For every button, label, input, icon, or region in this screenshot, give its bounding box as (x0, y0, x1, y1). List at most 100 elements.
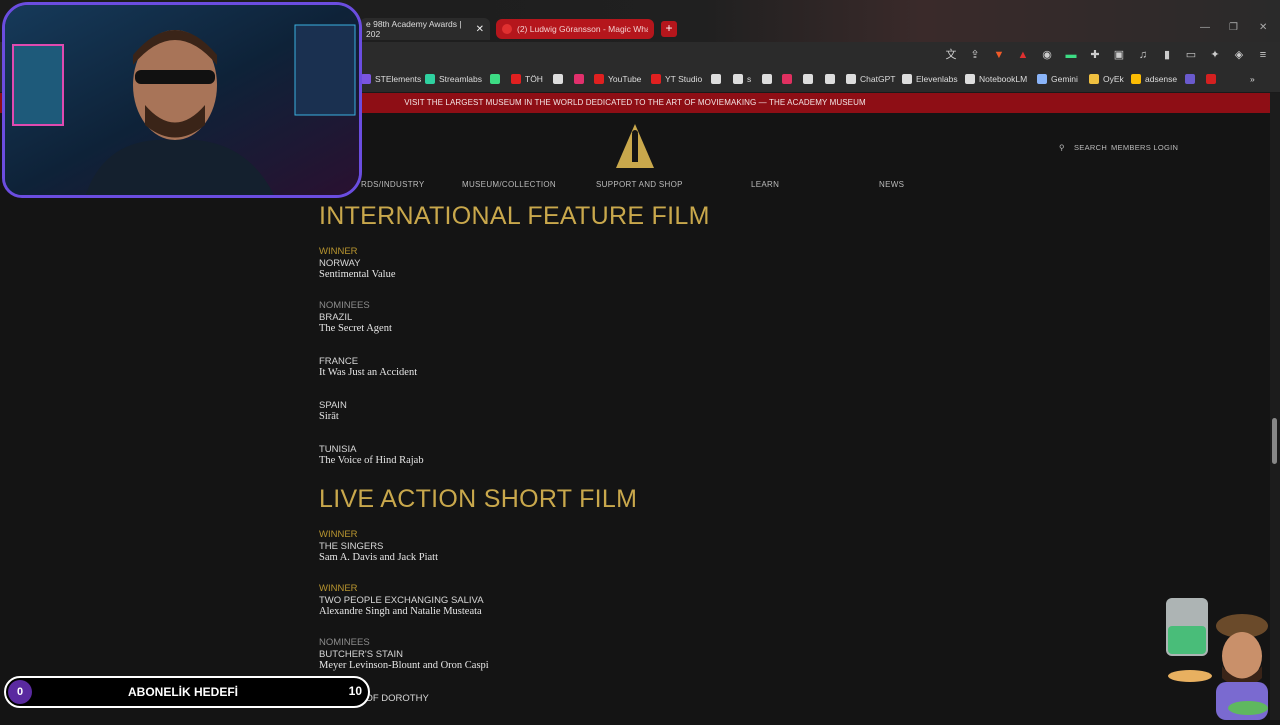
bookmark-favicon-icon (762, 74, 772, 84)
nominee-name: FRANCE (319, 356, 359, 367)
nav-support-shop[interactable]: SUPPORT AND SHOP (596, 180, 683, 189)
nav-awards-industry[interactable]: RDS/INDUSTRY (361, 180, 424, 189)
brave-shield-icon[interactable]: ▼ (992, 48, 1006, 62)
brave-rewards-icon[interactable]: ▲ (1016, 48, 1030, 62)
bookmark-item[interactable]: YouTube (594, 74, 641, 84)
bookmark-item[interactable] (782, 74, 796, 84)
search-icon[interactable]: ⚲ (1059, 143, 1065, 152)
scrollbar-thumb[interactable] (1272, 418, 1277, 464)
bookmarks-overflow-icon[interactable]: » (1250, 74, 1255, 84)
bookmark-favicon-icon (711, 74, 721, 84)
section-title: INTERNATIONAL FEATURE FILM (319, 202, 710, 230)
bookmark-item[interactable] (574, 74, 588, 84)
bookmark-favicon-icon (490, 74, 500, 84)
bookmark-favicon-icon (1206, 74, 1216, 84)
members-login-link[interactable]: MEMBERS LOGIN (1111, 143, 1178, 152)
bookmark-favicon-icon (803, 74, 813, 84)
mascot-character-sticker (1160, 596, 1272, 720)
nominee-name: TUNISIA (319, 444, 357, 455)
bookmark-item[interactable]: adsense (1131, 74, 1177, 84)
bookmark-item[interactable] (1206, 74, 1220, 84)
nav-learn[interactable]: LEARN (751, 180, 779, 189)
leo-icon[interactable]: ✦ (1208, 48, 1222, 62)
bookmark-item[interactable] (1185, 74, 1199, 84)
bookmark-favicon-icon (1089, 74, 1099, 84)
share-icon[interactable]: ⇪ (968, 48, 982, 62)
tab-title: e 98th Academy Awards | 202 (366, 19, 462, 39)
bookmark-label: Elevenlabs (916, 74, 958, 84)
bookmark-label: Gemini (1051, 74, 1078, 84)
media-icon[interactable]: ♫ (1136, 48, 1150, 62)
film-title[interactable]: Sentimental Value (319, 269, 396, 280)
close-window-icon[interactable]: ✕ (1259, 22, 1267, 33)
goal-label: ABONELİK HEDEFİ (128, 685, 239, 699)
bookmark-favicon-icon (511, 74, 521, 84)
bookmark-label: adsense (1145, 74, 1178, 84)
nominee-name: BRAZIL (319, 312, 353, 323)
extension-icon[interactable]: ◉ (1040, 48, 1054, 62)
bookmark-label: s (747, 74, 752, 84)
section-title: LIVE ACTION SHORT FILM (319, 485, 638, 513)
bookmark-favicon-icon (733, 74, 743, 84)
menu-icon[interactable]: ≡ (1256, 48, 1270, 62)
bookmark-item[interactable]: Gemini (1037, 74, 1078, 84)
extension-icon[interactable]: ▬ (1064, 48, 1078, 62)
bookmark-item[interactable] (803, 74, 817, 84)
film-title[interactable]: The Secret Agent (319, 323, 392, 334)
film-title[interactable]: Meyer Levinson-Blount and Oron Caspi (319, 660, 489, 671)
film-title[interactable]: Sirāt (319, 411, 339, 422)
maximize-icon[interactable]: ❐ (1229, 22, 1238, 33)
bookmark-item[interactable]: s (733, 74, 751, 84)
oscars-statuette-logo[interactable] (616, 124, 654, 173)
nominee-name: NORWAY (319, 258, 361, 269)
bookmark-favicon-icon (965, 74, 975, 84)
nominees-label: NOMINEES (319, 300, 370, 311)
bookmark-item[interactable] (553, 74, 567, 84)
film-title[interactable]: It Was Just an Accident (319, 367, 417, 378)
bookmark-label: YouTube (608, 74, 642, 84)
wallet-icon[interactable]: ▭ (1184, 48, 1198, 62)
bookmark-item[interactable]: ChatGPT (846, 74, 895, 84)
film-title[interactable]: The Voice of Hind Rajab (319, 455, 424, 466)
bookmark-favicon-icon (825, 74, 835, 84)
webcam-overlay (2, 2, 362, 198)
bookmark-item[interactable] (825, 74, 839, 84)
nominees-label: NOMINEES (319, 637, 370, 648)
vpn-icon[interactable]: ◈ (1232, 48, 1246, 62)
film-title[interactable]: Sam A. Davis and Jack Piatt (319, 552, 438, 563)
bookmark-item[interactable]: STElements (361, 74, 421, 84)
bookmark-item[interactable] (711, 74, 725, 84)
bookmark-favicon-icon (782, 74, 792, 84)
nav-museum-collection[interactable]: MUSEUM/COLLECTION (462, 180, 556, 189)
youtube-icon (502, 24, 512, 34)
extension-icon[interactable]: ▣ (1112, 48, 1126, 62)
bookmark-item[interactable] (490, 74, 504, 84)
bookmark-item[interactable]: TÖH (511, 74, 543, 84)
nominee-name: BUTCHER'S STAIN (319, 649, 403, 660)
tab-youtube[interactable]: (2) Ludwig Göransson - Magic What (496, 19, 654, 39)
nominee-name: THE SINGERS (319, 541, 384, 552)
bookmark-item[interactable]: NotebookLM (965, 74, 1027, 84)
bookmark-favicon-icon (902, 74, 912, 84)
winner-label: WINNER (319, 246, 358, 257)
bookmark-item[interactable]: YT Studio (651, 74, 702, 84)
bookmark-label: OyEk (1103, 74, 1124, 84)
close-tab-icon[interactable]: ✕ (476, 24, 484, 35)
winner-label: WINNER (319, 529, 358, 540)
bookmark-item[interactable]: Elevenlabs (902, 74, 958, 84)
nav-news[interactable]: NEWS (879, 180, 904, 189)
translate-icon[interactable]: 文 (944, 48, 958, 62)
sidebar-icon[interactable]: ▮ (1160, 48, 1174, 62)
film-title[interactable]: Alexandre Singh and Natalie Musteata (319, 606, 482, 617)
bookmark-item[interactable] (762, 74, 776, 84)
search-link[interactable]: SEARCH (1074, 143, 1107, 152)
minimize-icon[interactable]: — (1200, 22, 1210, 33)
bookmark-item[interactable]: OyEk (1089, 74, 1124, 84)
tab-academy-awards[interactable]: e 98th Academy Awards | 202 ✕ (360, 18, 490, 40)
goal-end-value: 10 (348, 684, 362, 698)
new-tab-button[interactable]: + (661, 21, 677, 37)
bookmark-item[interactable]: Streamlabs (425, 74, 482, 84)
bookmark-favicon-icon (574, 74, 584, 84)
tab-title: (2) Ludwig Göransson - Magic What (517, 24, 648, 34)
extensions-puzzle-icon[interactable]: ✚ (1088, 48, 1102, 62)
